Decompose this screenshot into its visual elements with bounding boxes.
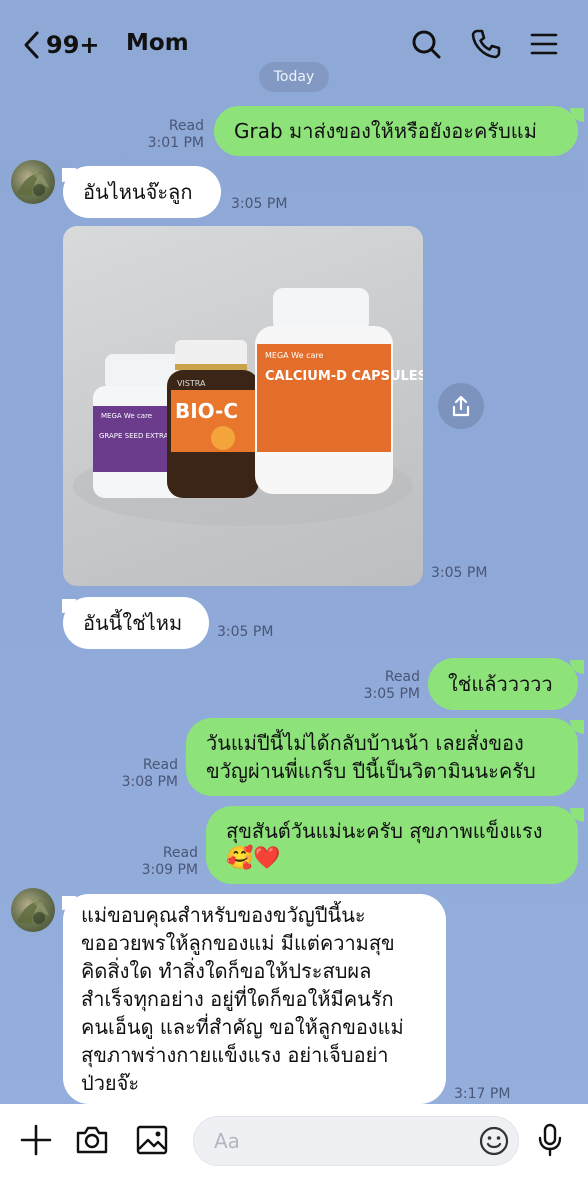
share-button[interactable] [438,383,484,429]
emoji-icon[interactable] [478,1125,510,1157]
read-status: Read [168,118,204,134]
message-meta: Read 3:09 PM [132,845,198,879]
message-line: ขออวยพรให้ลูกของแม่ มีแต่ความสุข [81,931,395,955]
avatar-image [17,168,49,196]
avatar-image [17,896,49,924]
message-text: ใช่แล้ววววว [448,672,553,696]
message-line: แม่ขอบคุณสำหรับของขวัญปีนี้นะ [81,903,366,927]
message-time: 3:05 PM [431,565,488,581]
image-icon[interactable] [134,1122,170,1158]
message-line: สุขสันต์วันแม่นะครับ สุขภาพแข็งแรง [226,819,543,843]
chevron-left-icon [24,31,39,59]
message-input[interactable] [194,1117,454,1165]
message-line: คิดสิ่งใด ทำสิ่งใดก็ขอให้ประสบผล [81,959,372,983]
message-line: คนเอ็นดู และที่สำคัญ ขอให้ลูกของแม่ [81,1015,404,1039]
mic-icon[interactable] [532,1122,568,1158]
message-bubble-outgoing[interactable]: สุขสันต์วันแม่นะครับ สุขภาพแข็งแรง 🥰❤️ [206,806,578,884]
svg-text:VISTRA: VISTRA [177,379,206,388]
svg-text:CALCIUM-D CAPSULES: CALCIUM-D CAPSULES [265,369,423,384]
back-button[interactable]: 99+ [22,30,100,60]
read-status: Read [162,845,198,861]
share-icon [452,395,470,417]
message-meta: Read 3:08 PM [112,757,178,791]
svg-text:MEGA We care: MEGA We care [101,412,152,420]
message-line: สุขภาพร่างกายแข็งแรง อย่าเจ็บอย่า [81,1043,389,1067]
message-line: วันแม่ปีนี้ไม่ได้กลับบ้านน้า เลยสั่งของ [206,731,524,755]
shared-photo[interactable]: MEGA We care GRAPE SEED EXTRACT 20 mg VI… [63,226,423,586]
svg-text:MEGA We care: MEGA We care [265,351,323,360]
message-bubble-incoming[interactable]: อันนี้ใช่ไหม [63,597,209,649]
avatar[interactable] [11,888,55,932]
unread-count: 99+ [46,31,100,59]
message-line: สำเร็จทุกอย่าง อยู่ที่ใดก็ขอให้มีคนรัก [81,987,394,1011]
svg-text:BIO-C: BIO-C [175,399,238,423]
phone-icon[interactable] [470,28,502,60]
message-text: Grab มาส่งของให้หรือยังอะครับแม่ [234,119,537,143]
date-separator: Today [259,62,329,92]
vitamin-bottles-image: MEGA We care GRAPE SEED EXTRACT 20 mg VI… [73,288,423,526]
read-status: Read [384,669,420,685]
message-bubble-outgoing[interactable]: ใช่แล้ววววว [428,658,578,710]
message-meta: Read 3:05 PM [356,669,420,703]
message-meta: Read 3:01 PM [140,118,204,152]
message-input-box[interactable] [193,1116,519,1166]
message-time: 3:05 PM [217,624,274,640]
avatar[interactable] [11,160,55,204]
message-bubble-outgoing[interactable]: วันแม่ปีนี้ไม่ได้กลับบ้านน้า เลยสั่งของ … [186,718,578,796]
message-time: 3:09 PM [141,862,198,878]
plus-icon[interactable] [18,1122,54,1158]
message-time: 3:17 PM [454,1086,511,1102]
message-time: 3:05 PM [231,196,288,212]
read-status: Read [142,757,178,773]
message-bubble-incoming[interactable]: แม่ขอบคุณสำหรับของขวัญปีนี้นะ ขออวยพรให้… [63,894,446,1104]
message-line: ขวัญผ่านพี่แกร็บ ปีนี้เป็นวิตามินนะครับ [206,759,536,783]
menu-icon[interactable] [528,28,560,60]
message-bubble-outgoing[interactable]: Grab มาส่งของให้หรือยังอะครับแม่ [214,106,578,156]
search-icon[interactable] [410,28,442,60]
message-time: 3:01 PM [147,135,204,151]
message-emoji: 🥰❤️ [226,846,281,871]
message-time: 3:05 PM [363,686,420,702]
message-text: อันไหนจ๊ะลูก [83,180,193,204]
message-time: 3:08 PM [121,774,178,790]
message-line: ป่วยจ๊ะ [81,1071,140,1095]
message-text: อันนี้ใช่ไหม [83,611,183,635]
message-bubble-incoming[interactable]: อันไหนจ๊ะลูก [63,166,221,218]
camera-icon[interactable] [74,1122,110,1158]
chat-title: Mom [126,30,189,56]
